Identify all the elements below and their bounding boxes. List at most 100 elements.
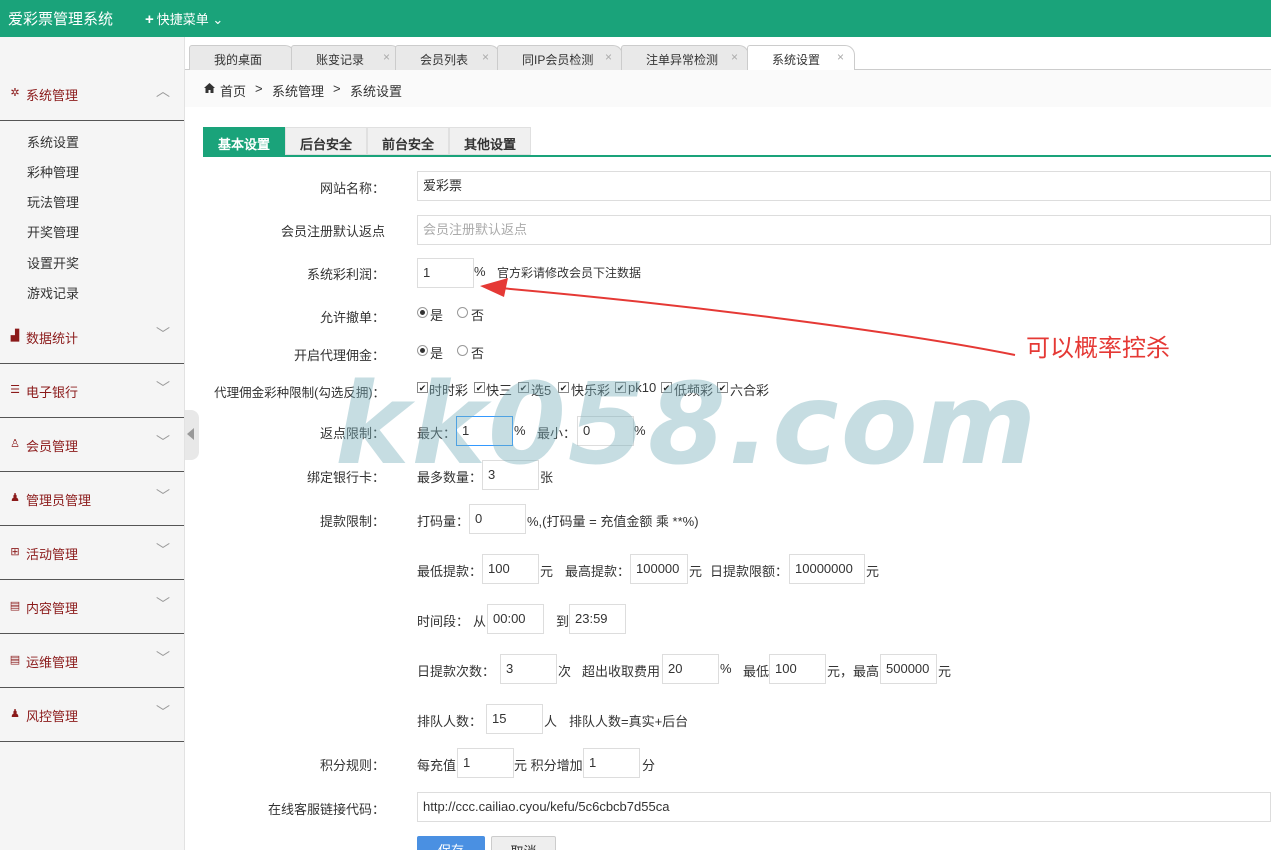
tab-label: 基本设置 (217, 137, 270, 152)
chevron-left-icon (187, 428, 194, 440)
tab-bar: 我的桌面 账变记录 × 会员列表 × 同IP会员检测 × 注单异常检测 × 系统设置 × (185, 37, 1271, 71)
default-rebate-input[interactable]: 会员注册默认返点 (417, 215, 1271, 245)
sidebar-group-members[interactable]: ♙ 会员管理 ﹀ (0, 418, 184, 472)
agent-commission-yes-radio[interactable] (417, 345, 428, 356)
sidebar-item-game-records[interactable]: 游戏记录 (27, 283, 79, 302)
sidebar-group-admins[interactable]: ♟ 管理员管理 ﹀ (0, 472, 184, 526)
tab-label: 会员列表 (420, 53, 469, 67)
close-icon[interactable]: × (383, 50, 390, 64)
sidebar-group-content[interactable]: ▤ 内容管理 ﹀ (0, 580, 184, 634)
sidebar-item-draw-management[interactable]: 开奖管理 (27, 222, 79, 241)
tab-other-settings[interactable]: 其他设置 (449, 127, 531, 155)
sidebar-group-label: 活动管理 (26, 547, 79, 562)
tab-frontend-security[interactable]: 前台安全 (367, 127, 449, 155)
time-range-label: 时间段： (417, 614, 470, 629)
time-from-input[interactable]: 00:00 (487, 604, 544, 634)
home-icon (204, 83, 215, 93)
profit-input[interactable]: 1 (417, 258, 474, 288)
cancel-button[interactable]: 取消 (491, 836, 556, 850)
points-add-input[interactable]: 1 (583, 748, 640, 778)
sidebar-group-statistics[interactable]: ▟ 数据统计 ﹀ (0, 310, 184, 364)
tab-label: 系统设置 (772, 53, 821, 67)
list-icon: ☰ (10, 384, 20, 396)
site-name-label: 网站名称： (319, 181, 385, 196)
fee-max-input[interactable]: 500000 (880, 654, 937, 684)
fee-unit: % (720, 661, 732, 676)
sidebar-group-system[interactable]: ✲ 系统管理 ︿ (0, 67, 184, 121)
tab-backend-security[interactable]: 后台安全 (285, 127, 367, 155)
withdraw-limit-label: 提款限制： (319, 514, 385, 529)
sidebar-group-label: 内容管理 (26, 601, 79, 616)
breadcrumb-home[interactable]: 首页 (220, 81, 246, 100)
close-icon[interactable]: × (605, 50, 612, 64)
tab-member-list[interactable]: 会员列表 × (395, 45, 500, 70)
quick-menu-button[interactable]: + 快捷菜单 ⌄ (145, 9, 223, 28)
min-withdraw-input[interactable]: 100 (482, 554, 539, 584)
document-icon: ▤ (9, 600, 21, 612)
chevron-down-icon: ⌄ (212, 12, 224, 27)
sidebar-group-label: 系统管理 (26, 88, 79, 103)
sidebar-item-set-draw[interactable]: 设置开奖 (27, 253, 79, 272)
time-to-label: 到 (556, 614, 570, 629)
allow-cancel-label: 允许撤单： (319, 310, 385, 325)
site-name-input[interactable]: 爱彩票 (417, 171, 1271, 201)
plus-icon: + (145, 11, 154, 28)
tab-bet-anomaly[interactable]: 注单异常检测 × (621, 45, 749, 70)
daily-limit-input[interactable]: 10000000 (789, 554, 865, 584)
tab-my-desktop[interactable]: 我的桌面 (189, 45, 295, 70)
close-icon[interactable]: × (731, 50, 738, 64)
fee-min-input[interactable]: 100 (769, 654, 826, 684)
tab-label: 同IP会员检测 (522, 53, 594, 67)
yuan-unit: 元 (689, 564, 703, 579)
allow-cancel-no-radio[interactable] (457, 307, 468, 318)
chevron-down-icon: ﹀ (156, 380, 170, 396)
queue-note: 排队人数=真实+后台 (569, 714, 689, 729)
user-icon: ♟ (10, 708, 20, 720)
breadcrumb-system[interactable]: 系统管理 (272, 81, 324, 100)
chevron-down-icon: ﹀ (156, 434, 170, 450)
close-icon[interactable]: × (837, 50, 844, 64)
sidebar: ✲ 系统管理 ︿ 系统设置 彩种管理 玩法管理 开奖管理 设置开奖 游戏记录 ▟… (0, 37, 185, 850)
sidebar-group-label: 风控管理 (26, 709, 79, 724)
fee-input[interactable]: 20 (662, 654, 719, 684)
points-per-input[interactable]: 1 (457, 748, 514, 778)
app-title: 爱彩票管理系统 (8, 11, 114, 28)
queue-input[interactable]: 15 (486, 704, 543, 734)
time-from-label: 从 (473, 614, 487, 629)
daily-count-input[interactable]: 3 (500, 654, 557, 684)
bar-chart-icon: ▟ (10, 330, 20, 342)
breadcrumb-separator: > (255, 81, 263, 96)
sidebar-item-lottery-types[interactable]: 彩种管理 (27, 162, 79, 181)
allow-cancel-yes-label: 是 (430, 308, 444, 323)
agent-commission-no-radio[interactable] (457, 345, 468, 356)
close-icon[interactable]: × (482, 50, 489, 64)
tab-account-changes[interactable]: 账变记录 × (291, 45, 401, 70)
breadcrumb-separator: > (333, 81, 341, 96)
sidebar-group-ebank[interactable]: ☰ 电子银行 ﹀ (0, 364, 184, 418)
points-unit: 分 (642, 758, 656, 773)
time-to-input[interactable]: 23:59 (569, 604, 626, 634)
sidebar-group-ops[interactable]: ▤ 运维管理 ﹀ (0, 634, 184, 688)
service-link-input[interactable]: http://ccc.cailiao.cyou/kefu/5c6cbcb7d55… (417, 792, 1271, 822)
tab-same-ip[interactable]: 同IP会员检测 × (497, 45, 623, 70)
chevron-down-icon: ﹀ (156, 542, 170, 558)
sidebar-item-play-methods[interactable]: 玩法管理 (27, 192, 79, 211)
gift-icon: ⊞ (10, 546, 20, 558)
tab-basic-settings[interactable]: 基本设置 (203, 127, 285, 155)
queue-label: 排队人数： (417, 714, 483, 729)
tab-system-settings[interactable]: 系统设置 × (747, 45, 855, 71)
max-withdraw-input[interactable]: 100000 (630, 554, 688, 584)
sidebar-group-label: 会员管理 (26, 439, 79, 454)
allow-cancel-yes-radio[interactable] (417, 307, 428, 318)
tab-label: 账变记录 (316, 53, 365, 67)
save-button[interactable]: 保存 (417, 836, 485, 850)
chevron-down-icon: ﹀ (156, 704, 170, 720)
sidebar-item-system-settings[interactable]: 系统设置 (27, 132, 79, 151)
gear-icon: ✲ (10, 87, 20, 99)
sidebar-group-risk[interactable]: ♟ 风控管理 ﹀ (0, 688, 184, 742)
chevron-down-icon: ﹀ (156, 596, 170, 612)
daily-count-unit: 次 (558, 664, 572, 679)
sidebar-group-activities[interactable]: ⊞ 活动管理 ﹀ (0, 526, 184, 580)
code-amount-input[interactable]: 0 (469, 504, 526, 534)
tab-label: 注单异常检测 (646, 53, 719, 67)
